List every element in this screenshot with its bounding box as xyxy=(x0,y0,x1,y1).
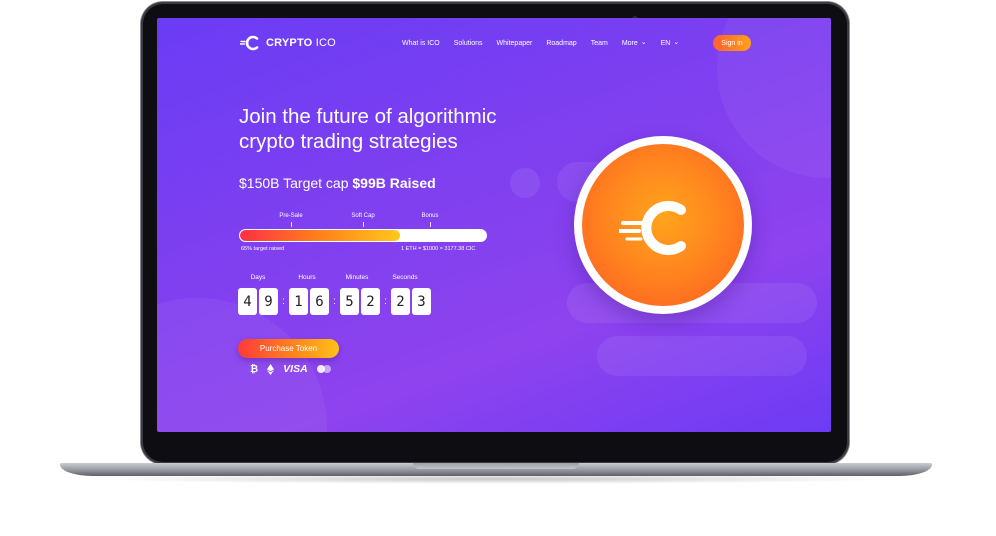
countdown-digit-hours: 6 xyxy=(310,288,329,315)
purchase-token-button[interactable]: Purchase Token xyxy=(238,339,339,358)
raise-progress-bar xyxy=(239,229,487,242)
screen: CRYPTO ICO What is ICO Solutions Whitepa… xyxy=(157,18,831,432)
ethereum-icon xyxy=(267,363,275,375)
raise-progress-fill xyxy=(240,230,400,241)
headline-line-1: Join the future of algorithmic xyxy=(239,105,497,128)
logo[interactable]: CRYPTO ICO xyxy=(240,35,336,51)
nav-item-team[interactable]: Team xyxy=(591,40,608,47)
page-title: Join the future of algorithmic crypto tr… xyxy=(239,104,569,154)
headline-line-2: crypto trading strategies xyxy=(239,130,458,153)
target-cap: $150B Target cap xyxy=(239,175,349,191)
background-pill xyxy=(597,336,807,376)
countdown-separator: : xyxy=(282,296,285,307)
chevron-down-icon: ⌄ xyxy=(673,39,680,46)
coin-c-icon xyxy=(619,201,686,255)
milestone-tick xyxy=(430,222,431,227)
countdown-label-minutes: Minutes xyxy=(345,274,369,281)
nav-more-label: More xyxy=(621,39,638,47)
milestone-bonus: Bonus xyxy=(421,213,439,219)
countdown-separator: : xyxy=(333,296,336,307)
background-dot xyxy=(510,168,540,198)
countdown-digit-days: 9 xyxy=(259,288,278,315)
countdown-timer: 4 9 : 1 6 : 5 2 : 2 3 xyxy=(238,288,433,315)
language-label: EN xyxy=(660,39,671,47)
milestone-soft-cap: Soft Cap xyxy=(351,213,375,219)
sign-in-button[interactable]: Sign in xyxy=(713,35,751,51)
countdown-digit-seconds: 2 xyxy=(391,288,410,315)
exchange-rate-text: 1 ETH = $1000 = 3177.38 CIC xyxy=(401,246,476,252)
nav-item-roadmap[interactable]: Roadmap xyxy=(546,40,576,47)
bitcoin-icon: ₿ xyxy=(250,363,259,375)
visa-logo: VISA xyxy=(283,363,308,375)
countdown-label-hours: Hours xyxy=(298,274,316,281)
nav-item-more[interactable]: More ⌄ xyxy=(622,39,647,47)
countdown-digit-minutes: 5 xyxy=(340,288,359,315)
nav-item-what-is-ico[interactable]: What is ICO xyxy=(402,40,440,47)
payment-methods: ₿ VISA xyxy=(250,363,340,375)
countdown-digit-minutes: 2 xyxy=(361,288,380,315)
mastercard-icon xyxy=(316,365,331,373)
countdown-digit-days: 4 xyxy=(238,288,257,315)
milestone-tick xyxy=(363,222,364,227)
logo-icon xyxy=(240,35,259,51)
cap-line: $150B Target cap $99B Raised xyxy=(239,175,436,191)
brand-name: CRYPTO ICO xyxy=(266,37,336,49)
milestone-tick xyxy=(291,222,292,227)
nav-item-whitepaper[interactable]: Whitepaper xyxy=(497,40,533,47)
language-selector[interactable]: EN ⌄ xyxy=(661,39,680,47)
chevron-down-icon: ⌄ xyxy=(640,39,647,46)
countdown-label-seconds: Seconds xyxy=(392,274,418,281)
laptop-notch xyxy=(413,463,579,469)
top-nav: What is ICO Solutions Whitepaper Roadmap… xyxy=(402,39,693,47)
countdown-label-days: Days xyxy=(250,274,266,281)
countdown-separator: : xyxy=(384,296,387,307)
countdown-labels: Days Hours Minutes Seconds xyxy=(239,274,439,284)
nav-item-solutions[interactable]: Solutions xyxy=(454,40,483,47)
raised-amount: $99B Raised xyxy=(352,175,436,191)
countdown-digit-hours: 1 xyxy=(289,288,308,315)
progress-milestones: Pre-Sale Soft Cap Bonus xyxy=(239,213,489,229)
countdown-digit-seconds: 3 xyxy=(412,288,431,315)
progress-percent-text: 65% target raised xyxy=(241,246,285,252)
milestone-pre-sale: Pre-Sale xyxy=(279,213,303,219)
